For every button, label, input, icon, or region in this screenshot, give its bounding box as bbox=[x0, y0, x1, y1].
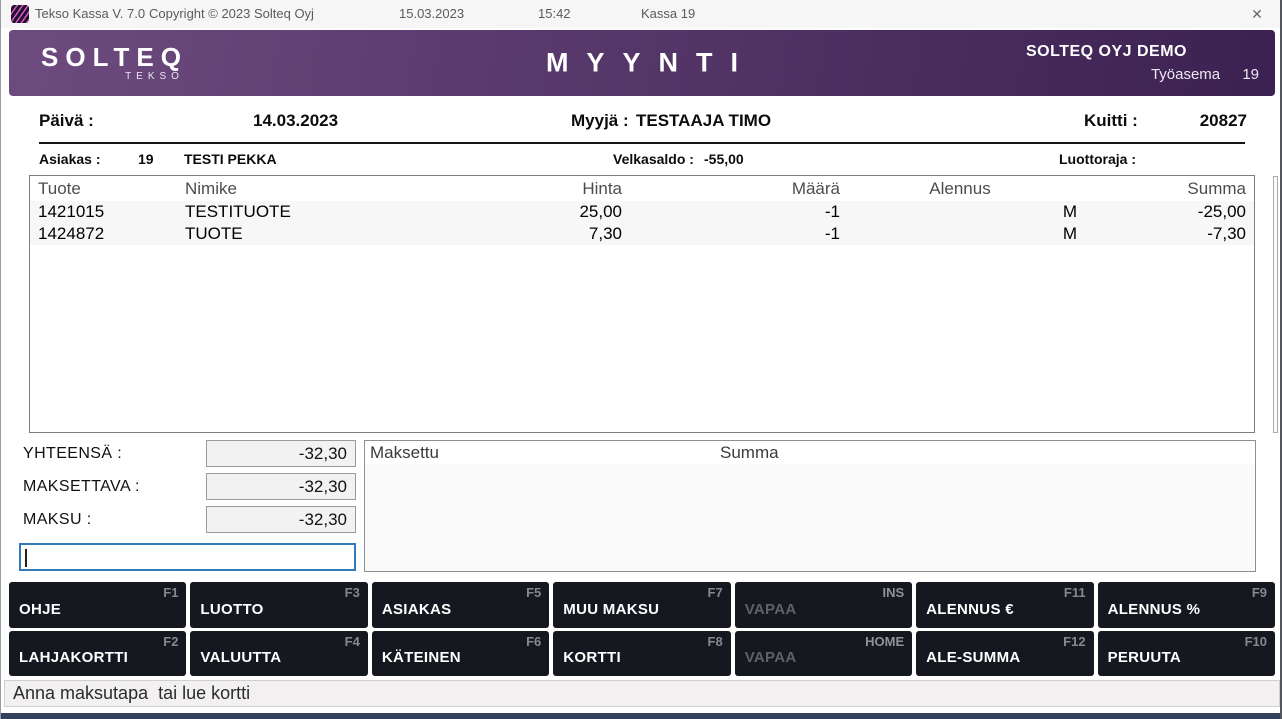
fkey-hint: F4 bbox=[345, 634, 360, 649]
item-qty: -1 bbox=[622, 223, 840, 245]
solteq-logo: SOLTEQ TEKSO bbox=[41, 42, 188, 82]
receipt-label: Kuitti : bbox=[1084, 108, 1138, 134]
debt-balance-value: -55,00 bbox=[704, 148, 744, 170]
logo-primary: SOLTEQ bbox=[41, 42, 188, 73]
item-qty: -1 bbox=[622, 201, 840, 223]
col-header-hinta: Hinta bbox=[420, 176, 622, 201]
app-header: SOLTEQ TEKSO MYYNTI SOLTEQ OYJ DEMO Työa… bbox=[9, 30, 1275, 96]
fkey-hint: F10 bbox=[1245, 634, 1267, 649]
item-price: 25,00 bbox=[420, 201, 622, 223]
payment-label: MAKSU : bbox=[23, 511, 92, 529]
discount-percent-button[interactable]: F9 ALENNUS % bbox=[1098, 582, 1275, 628]
items-table-scrollbar[interactable] bbox=[1273, 176, 1278, 433]
sale-info-row: Päivä : 14.03.2023 Myyjä : TESTAAJA TIMO… bbox=[1, 108, 1280, 134]
payable-value: -32,30 bbox=[206, 473, 356, 500]
table-row[interactable]: 1421015 TESTITUOTE 25,00 -1 M -25,00 bbox=[30, 201, 1254, 223]
free-button-ins: INS VAPAA bbox=[735, 582, 912, 628]
company-name: SOLTEQ OYJ DEMO bbox=[1026, 43, 1275, 61]
free-button-home: HOME VAPAA bbox=[735, 631, 912, 677]
items-table: Tuote Nimike Hinta Määrä Alennus Summa 1… bbox=[29, 175, 1255, 433]
window-bottom-edge bbox=[1, 713, 1280, 719]
customer-number: 19 bbox=[138, 148, 154, 170]
credit-limit-label: Luottoraja : bbox=[1059, 148, 1136, 170]
customer-button[interactable]: F5 ASIAKAS bbox=[372, 582, 549, 628]
credit-button[interactable]: F3 LUOTTO bbox=[190, 582, 367, 628]
cancel-button[interactable]: F10 PERUUTA bbox=[1098, 631, 1275, 677]
fkey-hint: INS bbox=[882, 585, 904, 600]
payment-input[interactable] bbox=[19, 543, 356, 571]
currency-button[interactable]: F4 VALUUTTA bbox=[190, 631, 367, 677]
total-value: -32,30 bbox=[206, 440, 356, 467]
status-message: Anna maksutapa tai lue kortti bbox=[4, 680, 1280, 707]
fkey-hint: F5 bbox=[526, 585, 541, 600]
workstation-number: 19 bbox=[1242, 66, 1259, 83]
fkey-hint: HOME bbox=[865, 634, 904, 649]
seller-label: Myyjä : bbox=[571, 108, 629, 134]
items-table-header: Tuote Nimike Hinta Määrä Alennus Summa bbox=[30, 176, 1254, 201]
sum-column-header: Summa bbox=[720, 441, 779, 464]
col-header-alennus: Alennus bbox=[840, 176, 1080, 201]
discount-euro-button[interactable]: F11 ALENNUS € bbox=[916, 582, 1093, 628]
fkey-hint: F1 bbox=[163, 585, 178, 600]
cash-button[interactable]: F6 KÄTEINEN bbox=[372, 631, 549, 677]
item-name: TESTITUOTE bbox=[180, 201, 420, 223]
close-icon[interactable]: ✕ bbox=[1246, 4, 1268, 24]
app-window: Tekso Kassa V. 7.0 Copyright © 2023 Solt… bbox=[0, 0, 1282, 719]
fkey-hint: F7 bbox=[708, 585, 723, 600]
item-discount: M bbox=[840, 223, 1080, 245]
item-total: -7,30 bbox=[1080, 223, 1254, 245]
payment-value: -32,30 bbox=[206, 506, 356, 533]
fkey-hint: F6 bbox=[526, 634, 541, 649]
page-title: MYYNTI bbox=[528, 48, 756, 79]
workstation-info: Työasema 19 bbox=[1026, 66, 1275, 83]
fkey-hint: F9 bbox=[1252, 585, 1267, 600]
window-title: Tekso Kassa V. 7.0 bbox=[35, 6, 145, 21]
item-discount: M bbox=[840, 201, 1080, 223]
header-right-block: SOLTEQ OYJ DEMO Työasema 19 bbox=[1026, 43, 1275, 83]
date-label: Päivä : bbox=[39, 108, 94, 134]
tekso-app-icon bbox=[11, 5, 29, 23]
customer-label: Asiakas : bbox=[39, 148, 100, 170]
seller-value: TESTAAJA TIMO bbox=[636, 108, 771, 134]
item-code: 1421015 bbox=[30, 201, 180, 223]
customer-info-row: Asiakas : 19 TESTI PEKKA Velkasaldo : -5… bbox=[1, 148, 1280, 170]
item-name: TUOTE bbox=[180, 223, 420, 245]
col-header-tuote: Tuote bbox=[30, 176, 180, 201]
item-total: -25,00 bbox=[1080, 201, 1254, 223]
system-date: 15.03.2023 bbox=[399, 6, 464, 21]
table-row[interactable]: 1424872 TUOTE 7,30 -1 M -7,30 bbox=[30, 223, 1254, 245]
divider-line bbox=[39, 142, 1245, 144]
debt-balance-label: Velkasaldo : bbox=[613, 148, 694, 170]
col-header-nimike: Nimike bbox=[180, 176, 420, 201]
other-payment-button[interactable]: F7 MUU MAKSU bbox=[553, 582, 730, 628]
gift-card-button[interactable]: F2 LAHJAKORTTI bbox=[9, 631, 186, 677]
fkey-hint: F12 bbox=[1063, 634, 1085, 649]
register-id: Kassa 19 bbox=[641, 6, 695, 21]
fkey-hint: F3 bbox=[345, 585, 360, 600]
col-header-summa: Summa bbox=[1080, 176, 1254, 201]
col-header-maara: Määrä bbox=[622, 176, 840, 201]
total-label: YHTEENSÄ : bbox=[23, 445, 122, 463]
system-time: 15:42 bbox=[538, 6, 571, 21]
title-bar: Tekso Kassa V. 7.0 Copyright © 2023 Solt… bbox=[1, 0, 1280, 28]
payments-panel: Maksettu Summa bbox=[364, 440, 1256, 572]
date-value: 14.03.2023 bbox=[253, 108, 338, 134]
item-code: 1424872 bbox=[30, 223, 180, 245]
item-price: 7,30 bbox=[420, 223, 622, 245]
customer-name: TESTI PEKKA bbox=[184, 148, 277, 170]
fkey-hint: F2 bbox=[163, 634, 178, 649]
receipt-number: 20827 bbox=[1171, 108, 1247, 134]
discount-sum-button[interactable]: F12 ALE-SUMMA bbox=[916, 631, 1093, 677]
help-button[interactable]: F1 OHJE bbox=[9, 582, 186, 628]
function-key-grid: F1 OHJE F3 LUOTTO F5 ASIAKAS F7 MUU MAKS… bbox=[9, 582, 1275, 676]
fkey-hint: F11 bbox=[1064, 585, 1086, 600]
payable-label: MAKSETTAVA : bbox=[23, 478, 140, 496]
copyright-text: Copyright © 2023 Solteq Oyj bbox=[149, 6, 314, 21]
text-cursor bbox=[25, 549, 27, 567]
paid-column-header: Maksettu bbox=[370, 441, 439, 464]
fkey-hint: F8 bbox=[708, 634, 723, 649]
payments-panel-header: Maksettu Summa bbox=[365, 441, 1255, 464]
card-button[interactable]: F8 KORTTI bbox=[553, 631, 730, 677]
workstation-label: Työasema bbox=[1151, 66, 1220, 83]
